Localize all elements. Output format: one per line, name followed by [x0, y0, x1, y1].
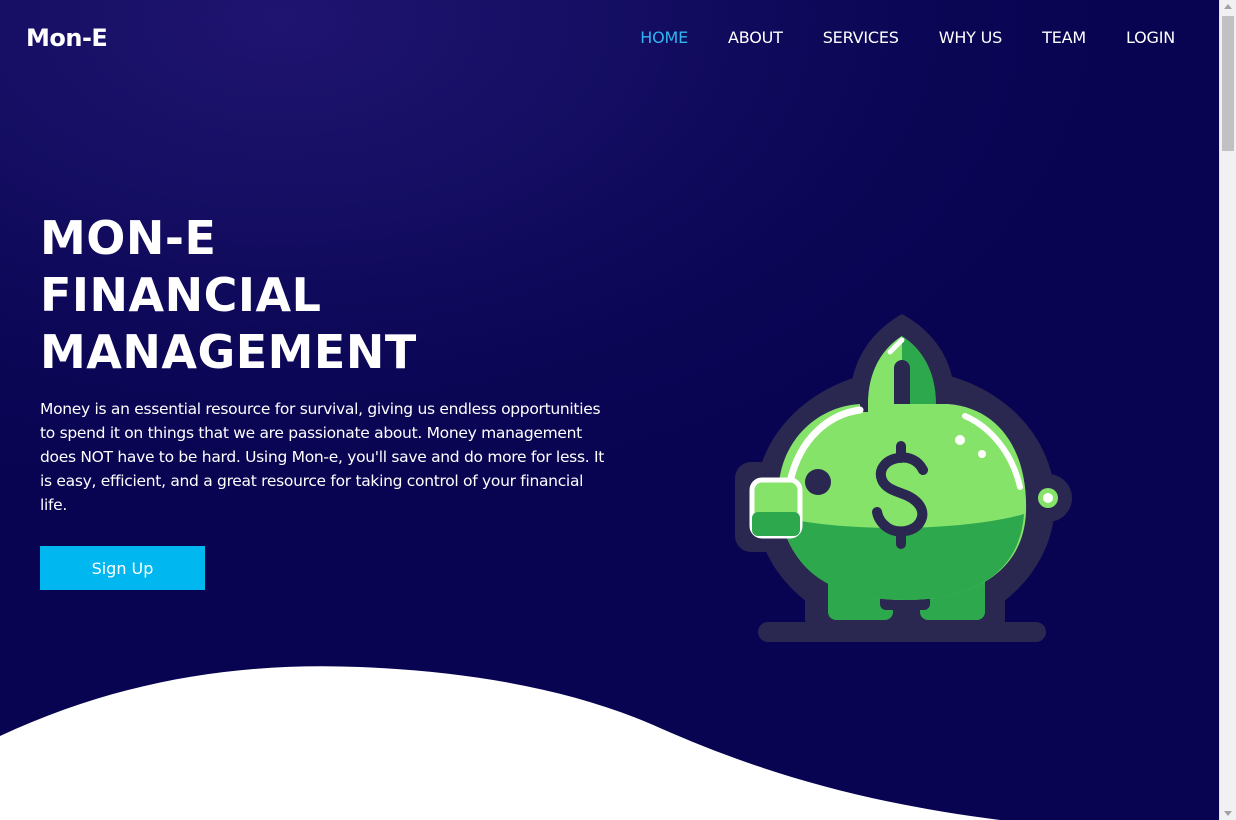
- nav-item-why-us[interactable]: WHY US: [939, 28, 1003, 47]
- nav-item-home[interactable]: HOME: [640, 28, 688, 47]
- nav-item-login[interactable]: LOGIN: [1126, 28, 1175, 47]
- nav-links: HOME ABOUT SERVICES WHY US TEAM LOGIN: [600, 28, 1175, 47]
- hero-section: MON-E FINANCIAL MANAGEMENT Money is an e…: [40, 210, 610, 517]
- hero-title-line: MON-E: [40, 211, 217, 265]
- hero-description: Money is an essential resource for survi…: [40, 400, 605, 514]
- brand-logo[interactable]: Mon-E: [26, 24, 108, 52]
- hero-title: MON-E FINANCIAL MANAGEMENT: [40, 210, 610, 381]
- hero-wave-divider: [0, 666, 1000, 820]
- nav-item-services[interactable]: SERVICES: [823, 28, 899, 47]
- scroll-down-icon[interactable]: [1224, 811, 1232, 816]
- scroll-up-icon[interactable]: [1224, 4, 1232, 9]
- scrollbar-thumb[interactable]: [1222, 16, 1234, 151]
- piggy-bank-sprout-icon: [730, 312, 1075, 647]
- navbar: Mon-E HOME ABOUT SERVICES WHY US TEAM LO…: [0, 0, 1220, 76]
- nav-item-team[interactable]: TEAM: [1042, 28, 1086, 47]
- vertical-scrollbar[interactable]: [1219, 0, 1236, 820]
- sign-up-button[interactable]: Sign Up: [40, 546, 205, 590]
- page: Mon-E HOME ABOUT SERVICES WHY US TEAM LO…: [0, 0, 1220, 820]
- hero-title-line: MANAGEMENT: [40, 325, 417, 379]
- hero-title-line: FINANCIAL: [40, 268, 322, 322]
- nav-item-about[interactable]: ABOUT: [728, 28, 783, 47]
